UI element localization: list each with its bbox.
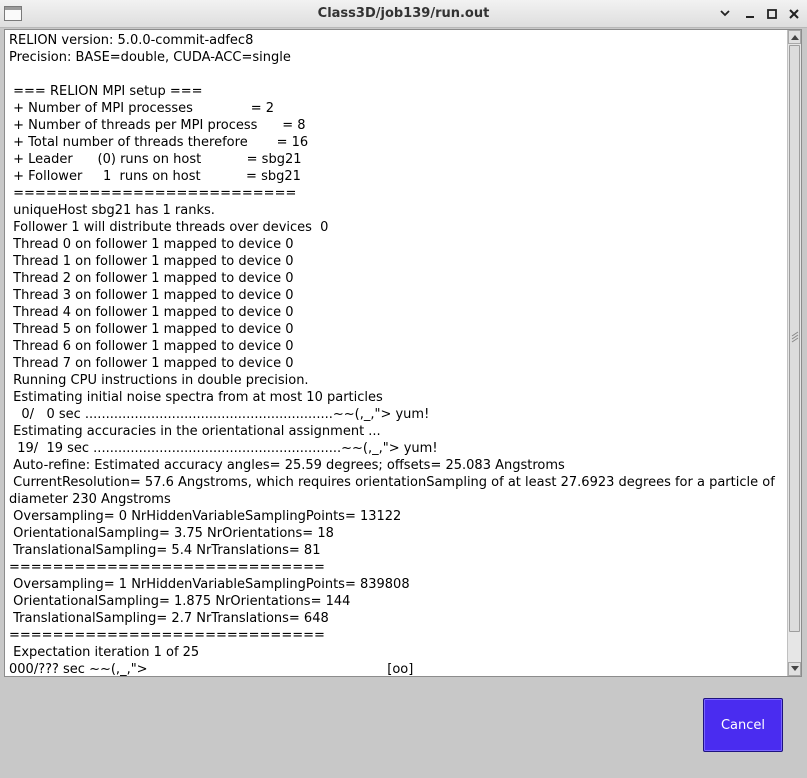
log-line: Estimating initial noise spectra from at… (9, 390, 383, 405)
close-icon (789, 9, 799, 19)
log-line: Thread 6 on follower 1 mapped to device … (9, 339, 294, 354)
log-line: uniqueHost sbg21 has 1 ranks. (9, 203, 215, 218)
log-line: Expectation iteration 1 of 25 (9, 645, 200, 660)
maximize-icon (767, 9, 777, 19)
grip-icon (791, 331, 799, 343)
vertical-scrollbar[interactable] (787, 30, 801, 676)
log-line: CurrentResolution= 57.6 Angstroms, which… (9, 475, 779, 507)
cancel-button[interactable]: Cancel (703, 698, 783, 752)
log-line: + Number of threads per MPI process = 8 (9, 118, 306, 133)
log-line: ============================= (9, 560, 325, 575)
restore-button[interactable] (740, 4, 760, 24)
title-bar: Class3D/job139/run.out (0, 0, 807, 28)
maximize-button[interactable] (762, 4, 782, 24)
close-button[interactable] (784, 4, 804, 24)
arrow-down-icon (790, 666, 799, 671)
log-line: Thread 0 on follower 1 mapped to device … (9, 237, 294, 252)
log-line: Oversampling= 1 NrHiddenVariableSampling… (9, 577, 410, 592)
log-line: Thread 4 on follower 1 mapped to device … (9, 305, 294, 320)
log-line: === RELION MPI setup === (9, 84, 203, 99)
log-line: Thread 1 on follower 1 mapped to device … (9, 254, 294, 269)
log-line: TranslationalSampling= 2.7 NrTranslation… (9, 611, 329, 626)
log-line: OrientationalSampling= 3.75 NrOrientatio… (9, 526, 334, 541)
log-line: Thread 2 on follower 1 mapped to device … (9, 271, 294, 286)
minimize-icon (720, 10, 730, 17)
log-line: 19/ 19 sec .............................… (9, 441, 438, 456)
restore-icon (746, 16, 754, 18)
log-line: TranslationalSampling= 5.4 NrTranslation… (9, 543, 321, 558)
log-line: Thread 5 on follower 1 mapped to device … (9, 322, 294, 337)
log-line: 0/ 0 sec ...............................… (9, 407, 430, 422)
window-title: Class3D/job139/run.out (317, 6, 490, 21)
log-line: + Total number of threads therefore = 16 (9, 135, 309, 150)
log-line: + Number of MPI processes = 2 (9, 101, 275, 116)
minimize-button[interactable] (715, 4, 735, 24)
log-line: Precision: BASE=double, CUDA-ACC=single (9, 50, 291, 65)
log-line: RELION version: 5.0.0-commit-adfec8 (9, 33, 254, 48)
log-line: Oversampling= 0 NrHiddenVariableSampling… (9, 509, 402, 524)
log-line: Estimating accuracies in the orientation… (9, 424, 381, 439)
log-line: + Follower 1 runs on host = sbg21 (9, 169, 301, 184)
log-line: ========================== (9, 186, 297, 201)
log-line: Auto-refine: Estimated accuracy angles= … (9, 458, 565, 473)
log-line: Thread 3 on follower 1 mapped to device … (9, 288, 294, 303)
scroll-down-button[interactable] (788, 662, 801, 676)
log-line: + Leader (0) runs on host = sbg21 (9, 152, 302, 167)
log-line: Follower 1 will distribute threads over … (9, 220, 329, 235)
scrollbar-thumb[interactable] (789, 45, 800, 632)
scroll-up-button[interactable] (788, 30, 801, 44)
log-line: OrientationalSampling= 1.875 NrOrientati… (9, 594, 351, 609)
arrow-up-icon (790, 35, 799, 40)
log-line: 000/??? sec ~~(,_,"> [oo] (9, 662, 414, 677)
log-text: RELION version: 5.0.0-commit-adfec8 Preci… (9, 32, 791, 677)
log-output-panel[interactable]: RELION version: 5.0.0-commit-adfec8 Preci… (4, 29, 802, 677)
log-line: ============================= (9, 628, 325, 643)
log-line: Thread 7 on follower 1 mapped to device … (9, 356, 294, 371)
log-line: Running CPU instructions in double preci… (9, 373, 309, 388)
